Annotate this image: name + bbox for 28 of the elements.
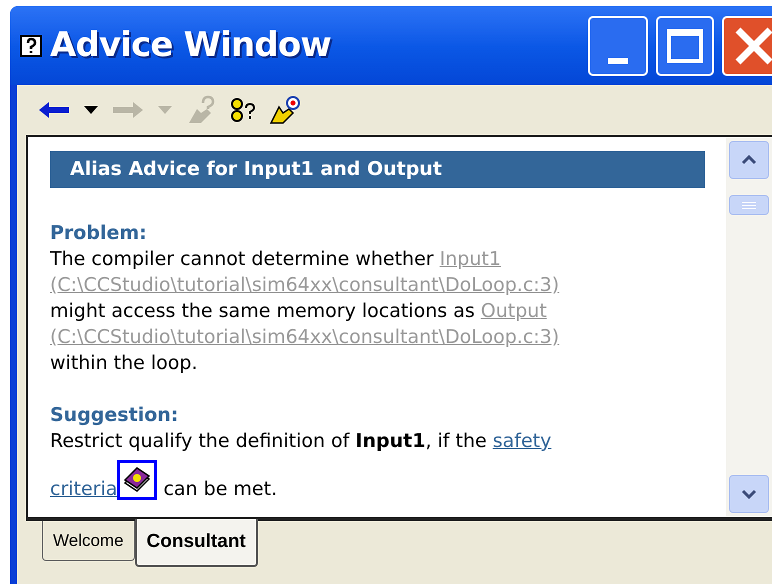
scroll-up-button[interactable] (729, 141, 769, 179)
tab[interactable]: Welcome (42, 521, 135, 561)
link[interactable]: safety (492, 428, 552, 454)
maximize-button[interactable] (656, 16, 714, 76)
help-icon (20, 34, 42, 56)
dropdown-caret-icon[interactable] (83, 105, 99, 115)
maximize-icon (667, 28, 703, 62)
section-title: Problem: (50, 221, 147, 246)
caret-up-icon (741, 155, 757, 165)
caret-down-icon (741, 489, 757, 499)
close-icon (734, 26, 772, 66)
window-title: Advice Window (50, 24, 331, 67)
section-title: Suggestion: (50, 403, 178, 428)
back-arrow-icon[interactable] (37, 100, 71, 120)
link[interactable]: criteria (50, 476, 118, 502)
question-icon[interactable] (229, 97, 257, 123)
paragraph: Restrict qualify the definition of Input1, if the safety criteria can be met. (50, 428, 552, 502)
scroll-thumb[interactable] (729, 195, 769, 215)
close-button[interactable] (722, 16, 772, 76)
minimize-button[interactable] (588, 16, 648, 76)
scroll-down-button[interactable] (729, 475, 769, 513)
tab[interactable]: Consultant (134, 519, 258, 567)
advice-heading: Alias Advice for Input1 and Output (50, 151, 705, 188)
hand-target-icon[interactable] (269, 95, 303, 125)
paragraph: The compiler cannot determine whether Input1 (C:\CCStudio\tutorial\sim64xx\consultant\DoLoop.c:3) might access the same memory locations as Output (C:\CCStudio\tutorial\sim64xx\consultant\DoLoop.c:3) within the loop. (50, 246, 560, 376)
minimize-icon (608, 58, 628, 64)
help-book-icon[interactable] (117, 460, 158, 500)
scrollbar[interactable] (726, 137, 772, 517)
